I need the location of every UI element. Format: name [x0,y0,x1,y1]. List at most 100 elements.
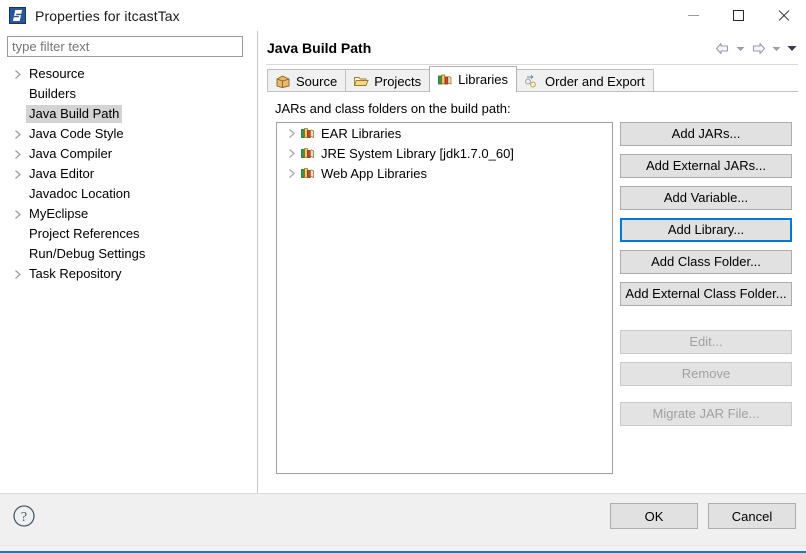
sidebar-item-label: Java Code Style [29,126,124,141]
cancel-button[interactable]: Cancel [708,503,796,529]
edit-button[interactable]: Edit... [620,330,792,354]
chevron-right-icon[interactable] [10,209,26,219]
sidebar-item-resource[interactable]: Resource [0,64,256,84]
content-label: JARs and class folders on the build path… [275,101,511,116]
back-dropdown-button[interactable] [734,39,747,58]
window-title: Properties for itcastTax [35,7,180,24]
back-button[interactable] [713,39,732,58]
add-external-jars-button[interactable]: Add External JARs... [620,154,792,178]
svg-text:?: ? [21,510,27,525]
tab-label: Order and Export [545,73,645,89]
title-separator [266,64,798,65]
tabs-underline [267,91,798,92]
tab-label: Source [296,73,338,89]
order-export-icon [525,74,536,87]
chevron-down-icon [736,46,745,51]
tab-active-cover [430,92,517,93]
list-item-label: EAR Libraries [321,125,402,141]
remove-button[interactable]: Remove [620,362,792,386]
chevron-down-icon [787,46,796,51]
view-menu-button[interactable] [785,39,798,58]
sidebar-item-label: Javadoc Location [29,186,131,201]
list-item[interactable]: Web App Libraries [277,163,612,183]
build-path-list[interactable]: EAR Libraries JRE System Library [jdk1.7… [276,122,613,474]
chevron-right-icon[interactable] [10,129,26,139]
filter-input[interactable] [7,36,243,57]
dialog-action-buttons: OK Cancel [610,503,796,529]
tab-label: Libraries [458,72,509,87]
sidebar-item-task-repository[interactable]: Task Repository [0,264,256,284]
sidebar-item-label: Project References [29,226,140,241]
source-package-icon [276,74,290,88]
close-button[interactable] [761,0,806,31]
maximize-button[interactable] [716,0,761,31]
settings-sidebar: Resource Builders Java Build Path Java C… [0,31,256,493]
chevron-right-icon[interactable] [283,168,300,178]
eclipse-properties-icon [9,7,26,24]
add-library-button[interactable]: Add Library... [620,218,792,242]
sidebar-item-java-code-style[interactable]: Java Code Style [0,124,256,144]
settings-tree: Resource Builders Java Build Path Java C… [0,64,256,493]
ok-button[interactable]: OK [610,503,698,529]
sidebar-item-label: Java Build Path [26,105,123,123]
sidebar-item-java-editor[interactable]: Java Editor [0,164,256,184]
add-external-class-folder-button[interactable]: Add External Class Folder... [620,282,792,306]
add-jars-button[interactable]: Add JARs... [620,122,792,146]
folder-icon [354,76,369,86]
tab-libraries[interactable]: Libraries [429,66,518,93]
back-arrow-icon [715,42,729,55]
chevron-right-icon[interactable] [283,128,300,138]
page-navigation [713,39,798,58]
chevron-right-icon[interactable] [10,169,26,179]
chevron-down-icon [772,46,781,51]
sidebar-item-java-build-path[interactable]: Java Build Path [0,104,256,124]
sidebar-item-builders[interactable]: Builders [0,84,256,104]
close-icon [777,9,790,22]
sidebar-item-label: Java Compiler [29,146,113,161]
add-class-folder-button[interactable]: Add Class Folder... [620,250,792,274]
sidebar-item-label: Builders [29,86,76,101]
chevron-right-icon[interactable] [10,69,26,79]
forward-button[interactable] [749,39,768,58]
build-path-actions: Add JARs... Add External JARs... Add Var… [620,122,792,434]
tab-projects[interactable]: Projects [345,69,431,92]
library-books-icon [301,168,314,179]
background-window-edge [0,545,806,553]
sidebar-item-project-references[interactable]: Project References [0,224,256,244]
sidebar-item-java-compiler[interactable]: Java Compiler [0,144,256,164]
forward-dropdown-button[interactable] [770,39,783,58]
tab-order-and-export[interactable]: Order and Export [516,69,654,92]
forward-arrow-icon [752,42,766,55]
help-button[interactable]: ? [12,504,36,528]
library-books-icon [438,74,452,85]
window-controls [671,0,806,31]
minimize-icon [688,15,699,16]
library-books-icon [301,128,314,139]
chevron-right-icon[interactable] [283,148,300,158]
sidebar-item-myeclipse[interactable]: MyEclipse [0,204,256,224]
tab-source[interactable]: Source [267,69,347,92]
chevron-right-icon[interactable] [10,149,26,159]
sidebar-item-label: Run/Debug Settings [29,246,146,261]
help-icon: ? [13,505,35,527]
sidebar-item-label: MyEclipse [29,206,89,221]
sidebar-item-label: Java Editor [29,166,95,181]
sidebar-item-run-debug-settings[interactable]: Run/Debug Settings [0,244,256,264]
list-item-label: Web App Libraries [321,165,427,181]
list-item-label: JRE System Library [jdk1.7.0_60] [321,145,514,161]
dialog-footer: ? OK Cancel [0,493,806,545]
page-title: Java Build Path [267,40,372,56]
settings-page: Java Build Path Source Projects Librarie… [258,31,806,493]
sidebar-item-javadoc-location[interactable]: Javadoc Location [0,184,256,204]
add-variable-button[interactable]: Add Variable... [620,186,792,210]
tab-label: Projects [374,73,422,89]
chevron-right-icon[interactable] [10,269,26,279]
sidebar-item-label: Resource [29,66,85,81]
list-item[interactable]: EAR Libraries [277,123,612,143]
migrate-jar-file-button[interactable]: Migrate JAR File... [620,402,792,426]
title-bar: Properties for itcastTax [0,0,806,31]
list-item[interactable]: JRE System Library [jdk1.7.0_60] [277,143,612,163]
library-books-icon [301,148,314,159]
minimize-button[interactable] [671,0,716,31]
maximize-icon [733,10,744,21]
